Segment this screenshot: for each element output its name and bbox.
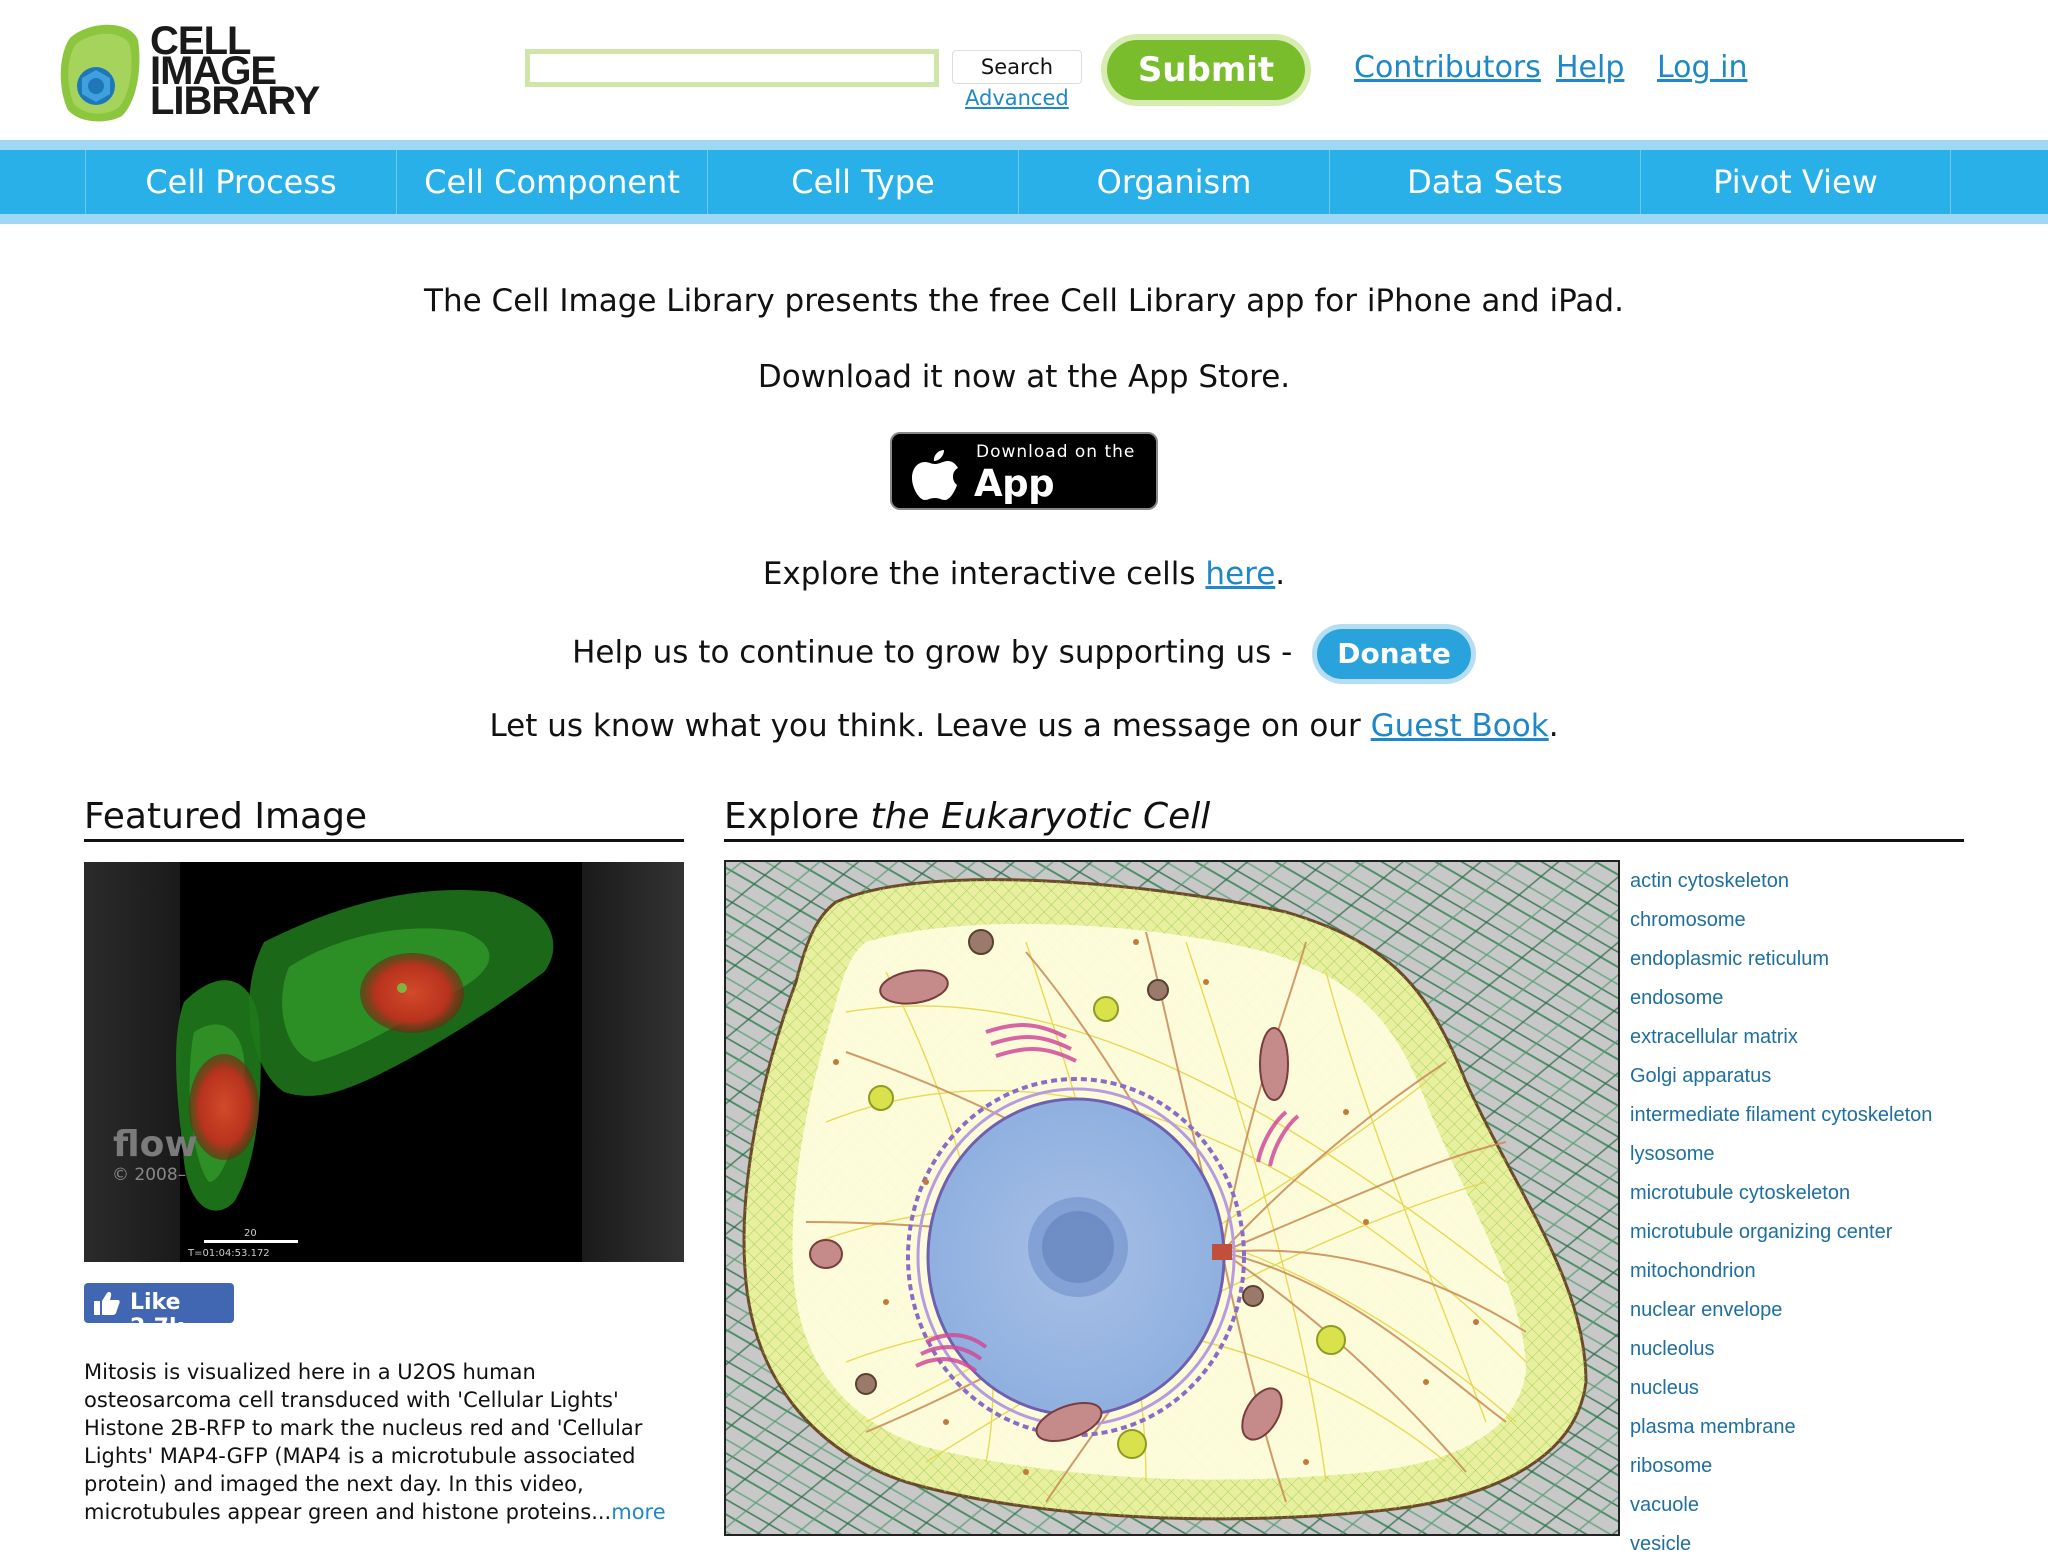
explore-heading-plain: Explore <box>724 796 871 837</box>
logo-wordmark: CELL IMAGE LIBRARY <box>150 21 320 123</box>
search-button[interactable]: Search <box>952 50 1082 84</box>
advanced-search-link[interactable]: Advanced <box>965 86 1069 110</box>
feedback-text: Let us know what you think. Leave us a m… <box>489 708 1371 744</box>
feedback-suffix: . <box>1548 708 1559 744</box>
nav-cell-type[interactable]: Cell Type <box>707 150 1018 214</box>
submit-button[interactable]: Submit <box>1101 34 1311 106</box>
thumbs-up-icon <box>94 1292 120 1315</box>
explore-interactive-suffix: . <box>1275 556 1286 592</box>
nav-cell-component[interactable]: Cell Component <box>396 150 707 214</box>
featured-image-heading: Featured Image <box>84 796 684 842</box>
video-copyright: © 2008– <box>112 1165 187 1185</box>
feedback-line: Let us know what you think. Leave us a m… <box>0 708 2048 744</box>
donate-button-label: Donate <box>1317 629 1471 679</box>
explore-here-link[interactable]: here <box>1205 556 1275 592</box>
featured-description-text: Mitosis is visualized here in a U2OS hum… <box>84 1360 643 1524</box>
cell-image-library-logo[interactable]: CELL IMAGE LIBRARY <box>60 20 320 128</box>
scale-bar-label: 20 <box>244 1228 257 1239</box>
featured-more-link[interactable]: more <box>611 1500 665 1524</box>
explore-interactive-line: Explore the interactive cells here. <box>0 556 2048 592</box>
submit-button-label: Submit <box>1107 40 1305 100</box>
video-timestamp: T=01:04:53.172 <box>188 1248 270 1259</box>
apple-logo-icon <box>912 450 958 500</box>
component-link[interactable]: actin cytoskeleton <box>1630 862 2030 901</box>
scale-bar <box>204 1240 298 1243</box>
featured-video-player[interactable]: flow © 2008– 20 T=01:04:53.172 <box>84 862 684 1262</box>
facebook-like-label: Like 2.7k <box>130 1290 184 1340</box>
nav-top-border <box>0 140 2048 150</box>
support-line: Help us to continue to grow by supportin… <box>0 624 2048 684</box>
search-input[interactable] <box>525 49 939 87</box>
logo-line-library: LIBRARY <box>150 79 320 123</box>
guest-book-link[interactable]: Guest Book <box>1371 708 1549 744</box>
nav-cell-process[interactable]: Cell Process <box>85 150 396 214</box>
mitosis-cell-image <box>176 890 554 1211</box>
explore-heading-italic: the Eukaryotic Cell <box>870 796 1211 837</box>
cell-component-list: actin cytoskeleton chromosome endoplasmi… <box>1630 862 2030 1564</box>
explore-cell-heading: Explore the Eukaryotic Cell <box>724 796 1964 842</box>
app-store-badge-big-text: App Store <box>974 462 1085 548</box>
nav-organism[interactable]: Organism <box>1018 150 1329 214</box>
component-link[interactable]: intermediate filament cytoskeleton <box>1630 1096 2030 1135</box>
nav-data-sets[interactable]: Data Sets <box>1329 150 1640 214</box>
component-link[interactable]: mitochondrion <box>1630 1252 2030 1291</box>
app-announcement: The Cell Image Library presents the free… <box>424 283 1624 319</box>
component-link[interactable]: microtubule organizing center <box>1630 1213 2030 1252</box>
component-link[interactable]: plasma membrane <box>1630 1408 2030 1447</box>
component-link[interactable]: ribosome <box>1630 1447 2030 1486</box>
help-link[interactable]: Help <box>1556 50 1624 85</box>
component-link[interactable]: nucleolus <box>1630 1330 2030 1369</box>
contributors-link[interactable]: Contributors <box>1354 50 1541 85</box>
app-store-badge[interactable]: Download on the App Store <box>890 432 1158 548</box>
component-link[interactable]: vesicle <box>1630 1525 2030 1564</box>
featured-image-description: Mitosis is visualized here in a U2OS hum… <box>84 1358 684 1526</box>
cell-illustration <box>726 862 1618 1534</box>
site-header: CELL IMAGE LIBRARY Search Advanced Submi… <box>0 0 2048 140</box>
cell-logo-icon <box>60 24 140 122</box>
component-link[interactable]: nuclear envelope <box>1630 1291 2030 1330</box>
component-link[interactable]: nucleus <box>1630 1369 2030 1408</box>
component-link[interactable]: endosome <box>1630 979 2030 1018</box>
video-watermark: flow <box>113 1124 198 1165</box>
component-link[interactable]: microtubule cytoskeleton <box>1630 1174 2030 1213</box>
main-nav: Cell Process Cell Component Cell Type Or… <box>85 150 1951 214</box>
donate-button[interactable]: Donate <box>1312 624 1476 684</box>
eukaryotic-cell-diagram[interactable] <box>724 860 1620 1536</box>
nav-bottom-border <box>0 214 2048 224</box>
app-store-badge-small-text: Download on the <box>976 442 1136 462</box>
component-link[interactable]: lysosome <box>1630 1135 2030 1174</box>
login-link[interactable]: Log in <box>1657 50 1747 85</box>
nav-pivot-view[interactable]: Pivot View <box>1640 150 1951 214</box>
component-link[interactable]: Golgi apparatus <box>1630 1057 2030 1096</box>
app-download-text: Download it now at the App Store. <box>757 359 1291 395</box>
component-link[interactable]: extracellular matrix <box>1630 1018 2030 1057</box>
facebook-like-button[interactable]: Like 2.7k <box>84 1283 234 1340</box>
support-text: Help us to continue to grow by supportin… <box>572 634 1293 671</box>
explore-interactive-text: Explore the interactive cells <box>762 556 1206 592</box>
component-link[interactable]: chromosome <box>1630 901 2030 940</box>
component-link[interactable]: endoplasmic reticulum <box>1630 940 2030 979</box>
component-link[interactable]: vacuole <box>1630 1486 2030 1525</box>
